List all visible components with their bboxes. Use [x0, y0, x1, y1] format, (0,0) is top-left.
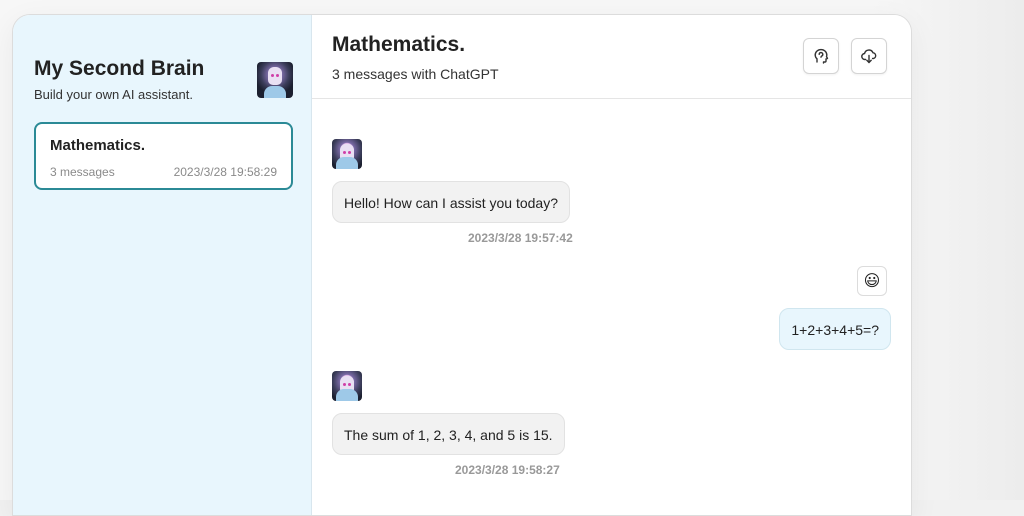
message-timestamp: 2023/3/28 19:58:27 — [455, 463, 560, 477]
conversation-message-count: 3 messages — [50, 165, 115, 179]
user-avatar-icon: 😃 — [857, 266, 887, 296]
conversation-title: Mathematics. — [50, 137, 146, 154]
chat-header: Mathematics. 3 messages with ChatGPT — [312, 15, 911, 99]
app-window: My Second Brain Build your own AI assist… — [12, 14, 912, 516]
chat-panel: Mathematics. 3 messages with ChatGPT Hel… — [312, 15, 911, 515]
assistant-message: Hello! How can I assist you today? — [332, 181, 570, 223]
app-title: My Second Brain — [34, 57, 205, 80]
app-subtitle: Build your own AI assistant. — [34, 87, 193, 102]
persona-button[interactable] — [803, 38, 839, 74]
conversation-item[interactable]: Mathematics. 3 messages 2023/3/28 19:58:… — [34, 122, 293, 190]
assistant-avatar-icon — [332, 139, 362, 169]
chat-title: Mathematics. — [332, 33, 466, 56]
user-message: 1+2+3+4+5=? — [779, 308, 891, 350]
assistant-message: The sum of 1, 2, 3, 4, and 5 is 15. — [332, 413, 565, 455]
sidebar: My Second Brain Build your own AI assist… — [13, 15, 312, 515]
cloud-download-icon — [861, 49, 877, 64]
conversation-timestamp: 2023/3/28 19:58:29 — [173, 165, 277, 179]
robot-avatar-icon[interactable] — [257, 62, 293, 98]
download-button[interactable] — [851, 38, 887, 74]
message-timestamp: 2023/3/28 19:57:42 — [468, 231, 573, 245]
face-icon — [814, 48, 829, 64]
assistant-avatar-icon — [332, 371, 362, 401]
chat-subtitle: 3 messages with ChatGPT — [332, 66, 499, 82]
